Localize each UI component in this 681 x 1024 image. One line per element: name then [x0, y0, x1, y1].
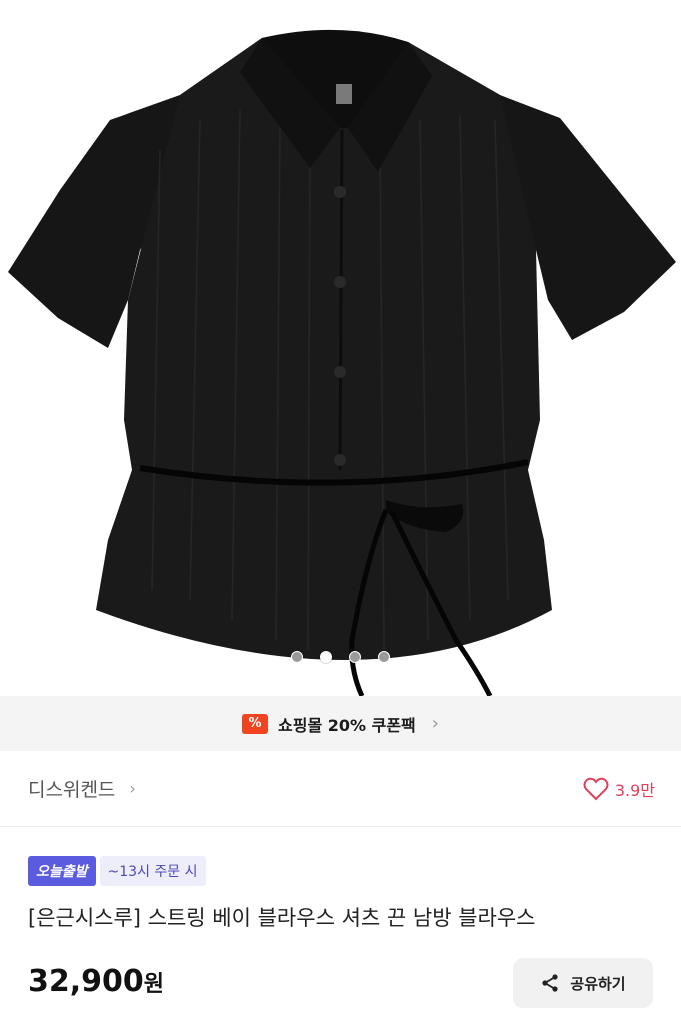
price-amount: 32,900 [28, 964, 144, 999]
delivery-badge: 오늘출발 [28, 856, 96, 886]
coupon-banner[interactable]: % 쇼핑몰 20% 쿠폰팩 › [0, 696, 681, 751]
product-price: 32,900원 [28, 964, 164, 999]
carousel-dot[interactable] [349, 651, 361, 663]
heart-icon [583, 777, 609, 800]
carousel-dot-active[interactable] [320, 651, 332, 663]
share-button[interactable]: 공유하기 [513, 958, 653, 1008]
price-unit: 원 [143, 972, 165, 997]
store-name: 디스위켄드 [28, 779, 116, 801]
share-label: 공유하기 [570, 974, 626, 993]
product-image [8, 29, 676, 696]
store-link[interactable]: 디스위켄드 › [28, 775, 136, 802]
chevron-right-icon: › [129, 779, 136, 798]
product-title: [은근시스루] 스트링 베이 블라우스 셔츠 끈 남방 블라우스 [28, 906, 536, 930]
carousel-indicator [0, 651, 681, 663]
product-image-carousel[interactable] [0, 0, 681, 696]
share-icon [542, 974, 558, 992]
like-count: 3.9만 [614, 780, 655, 800]
coupon-icon: % [242, 713, 269, 734]
carousel-dot[interactable] [378, 651, 390, 663]
delivery-badges: 오늘출발 ~13시 주문 시 [28, 856, 206, 886]
delivery-cutoff: ~13시 주문 시 [99, 856, 206, 886]
coupon-label: 쇼핑몰 20% 쿠폰팩 [278, 715, 416, 735]
store-row: 디스위켄드 › 3.9만 [0, 751, 681, 827]
carousel-dot[interactable] [291, 651, 303, 663]
chevron-right-icon: › [431, 713, 439, 734]
like-button[interactable]: 3.9만 [583, 777, 655, 801]
